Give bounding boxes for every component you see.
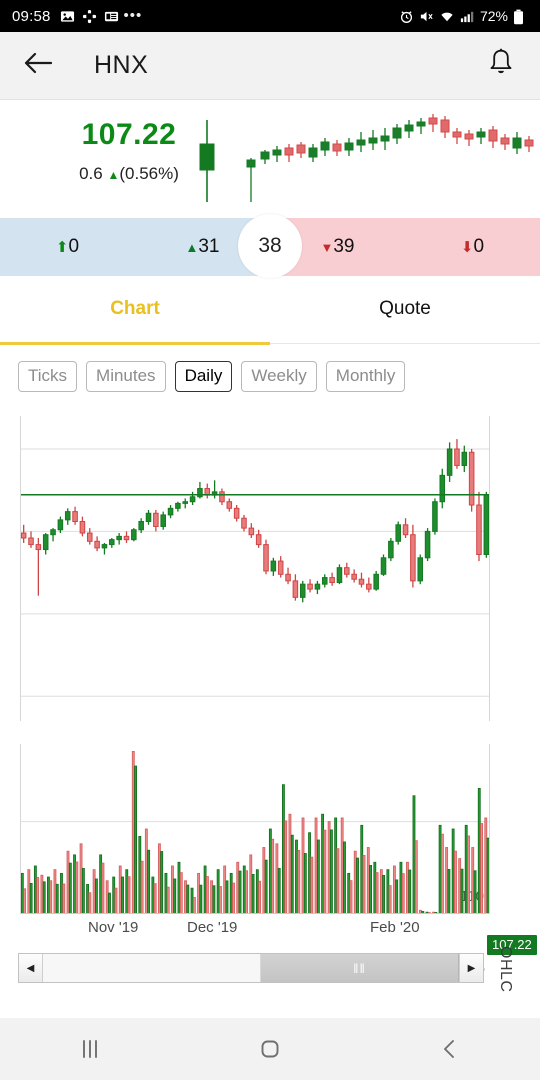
period-button-minutes[interactable]: Minutes [86,361,166,392]
tab-chart-label: Chart [110,298,160,319]
alarm-icon [399,9,414,24]
tab-quote[interactable]: Quote [270,292,540,343]
price-axis-label: OHLC [497,946,514,993]
breadth-ceiling: ⬆0 [0,236,135,258]
breadth-right-half: ▼39 ⬇0 [270,218,540,276]
volume-panel-border [20,744,490,914]
arrow-up-bold-icon: ⬆ [55,239,69,256]
triangle-up-icon: ▲ [185,240,199,255]
period-button-daily[interactable]: Daily [174,361,233,392]
sparkline-chart [199,114,534,202]
app-bar: HNX [0,32,540,100]
news-icon [104,9,119,24]
tab-quote-label: Quote [379,298,431,319]
period-button-monthly[interactable]: Monthly [325,361,406,392]
page-title: HNX [94,51,149,79]
wifi-icon [439,9,454,24]
volume-panel[interactable] [20,744,490,920]
xtick-dec19: Dec '19 [187,919,238,936]
battery-icon [513,9,528,24]
mute-icon [419,9,434,24]
system-nav-bar [0,1018,540,1080]
back-chevron-icon[interactable] [360,1036,540,1062]
home-icon[interactable] [180,1036,360,1062]
status-time: 09:58 [12,7,51,25]
chart-scrollbar[interactable]: ◀ ‖‖ ▶ [18,953,484,983]
scroll-left-arrow-icon[interactable]: ◀ [19,954,43,982]
breadth-unchanged-count: 38 [258,234,282,257]
breadth-up-count: 31 [198,236,220,257]
xtick-nov19: Nov '19 [88,919,139,936]
battery-percent: 72% [479,8,508,24]
status-overflow-icon: ••• [123,7,143,24]
signal-icon [459,9,474,24]
price-change-value: 0.6 [79,164,103,183]
breadth-left-half: ⬆0 ▲31 [0,218,270,276]
tab-active-indicator [0,342,270,345]
breadth-floor: ⬇0 [405,236,540,258]
triangle-down-icon: ▼ [320,240,334,255]
quote-header-card: 107.22 0.6 ▲(0.56%) [0,100,540,218]
breadth-down-count: 39 [333,236,355,257]
scrollbar-grip-icon: ‖‖ [353,960,366,976]
chart-area[interactable]: 110 105 100 95 107.22 OHLC 50M Volume No… [0,408,540,1050]
scrollbar-thumb[interactable]: ‖‖ [261,954,459,982]
period-button-weekly[interactable]: Weekly [241,361,317,392]
period-button-ticks[interactable]: Ticks [18,361,78,392]
breadth-unchanged-badge: 38 [238,214,302,278]
breadth-ceiling-count: 0 [68,236,80,257]
status-system-icons: 72% [399,8,528,24]
xtick-feb20: Feb '20 [370,919,420,936]
breadth-floor-count: 0 [473,236,485,257]
scroll-right-arrow-icon[interactable]: ▶ [459,954,483,982]
price-change-percent: (0.56%) [119,164,179,183]
arrow-down-bold-icon: ⬇ [460,239,474,256]
status-bar: 09:58 ••• 72% [0,0,540,32]
recents-icon[interactable] [0,1036,180,1062]
triangle-up-icon: ▲ [107,168,120,182]
app-root: 09:58 ••• 72% HNX 107.22 0.6 ▲(0.56%) ⬆0… [0,0,540,1080]
tab-bar: Chart Quote [0,292,540,344]
period-selector: Ticks Minutes Daily Weekly Monthly [18,361,406,392]
price-panel[interactable] [20,416,490,721]
bell-icon[interactable] [484,46,518,85]
image-icon [60,9,75,24]
price-panel-border [20,416,490,721]
back-arrow-icon[interactable] [22,50,54,81]
status-notification-icons [60,9,119,24]
scrollbar-track[interactable]: ‖‖ [43,954,459,982]
scrollbar-trough[interactable] [43,954,261,982]
slack-icon [82,9,97,24]
tab-chart[interactable]: Chart [0,292,270,343]
